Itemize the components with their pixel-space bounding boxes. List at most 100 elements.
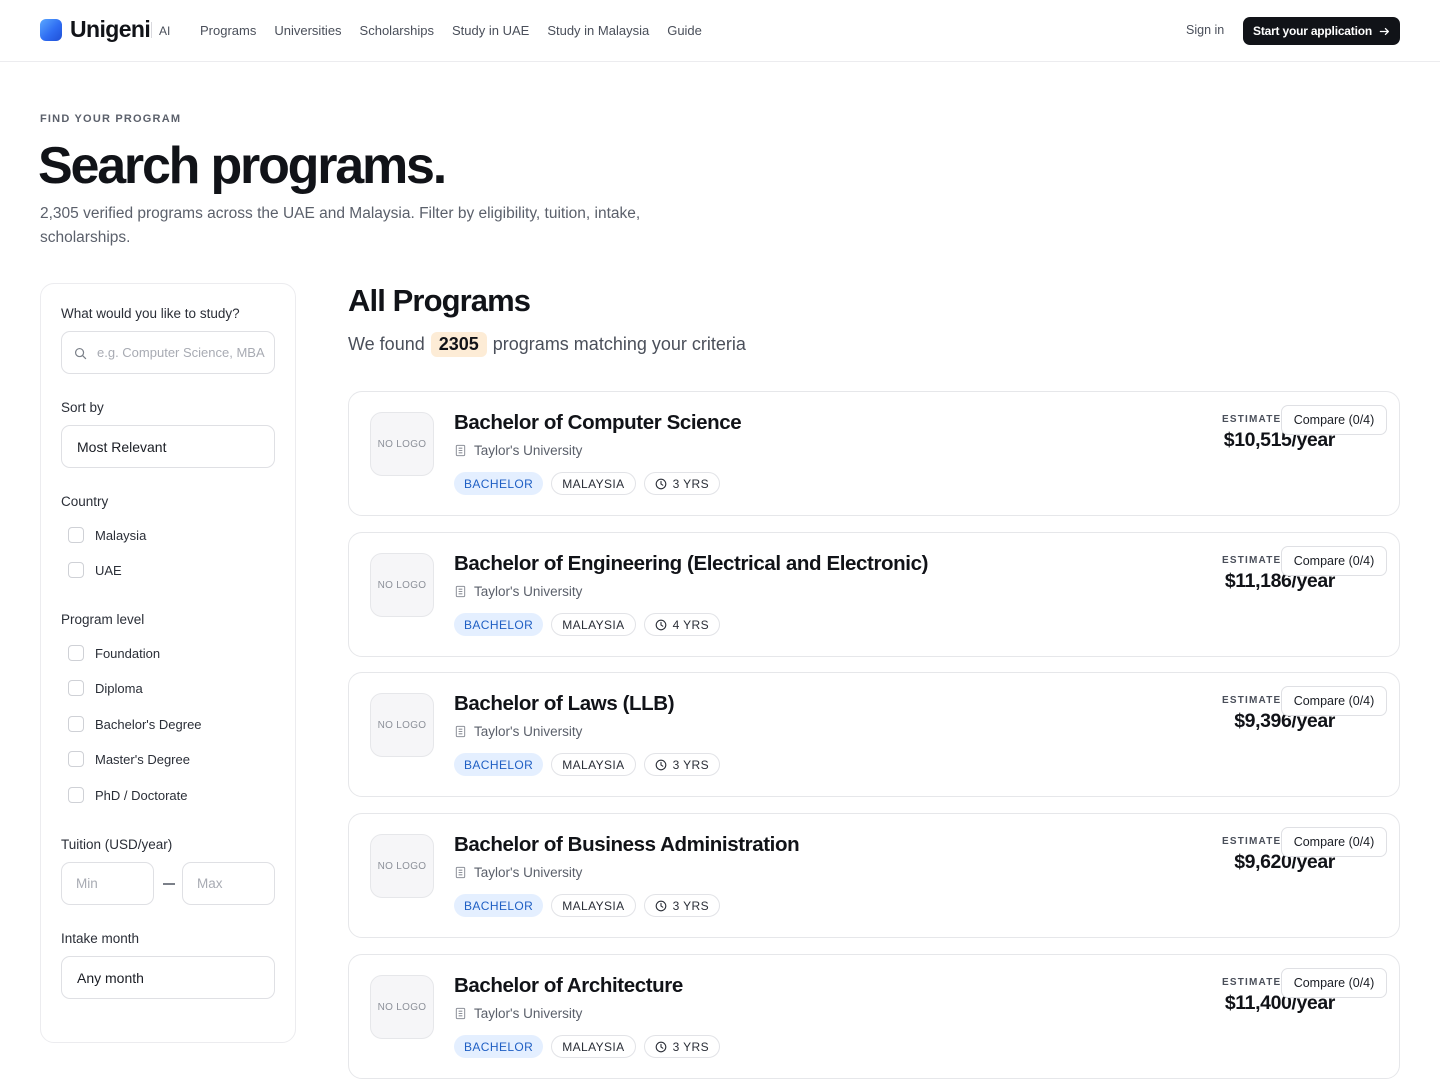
nav-link-universities[interactable]: Universities xyxy=(274,23,341,38)
university-logo-placeholder: NO LOGO xyxy=(370,834,434,898)
level-option-diploma[interactable]: Diploma xyxy=(68,680,143,696)
checkbox[interactable] xyxy=(68,680,84,696)
country-tag: MALAYSIA xyxy=(551,894,636,917)
duration-text: 3 YRS xyxy=(672,476,710,491)
nav-links: Programs Universities Scholarships Study… xyxy=(200,23,702,38)
level-option-phd[interactable]: PhD / Doctorate xyxy=(68,787,188,803)
program-title[interactable]: Bachelor of Computer Science xyxy=(454,411,742,435)
country-tag: MALAYSIA xyxy=(551,472,636,495)
compare-button[interactable]: Compare (0/4) xyxy=(1281,546,1387,576)
duration-text: 3 YRS xyxy=(672,1039,710,1054)
level-option-foundation[interactable]: Foundation xyxy=(68,645,160,661)
checkbox-label: Malaysia xyxy=(95,527,147,543)
university-name[interactable]: Taylor's University xyxy=(474,584,582,599)
filter-sidebar: What would you like to study? Sort by Mo… xyxy=(40,283,296,1043)
university-logo-placeholder: NO LOGO xyxy=(370,693,434,757)
building-icon xyxy=(455,866,466,879)
university-name[interactable]: Taylor's University xyxy=(474,724,582,739)
sort-label: Sort by xyxy=(61,400,104,415)
program-card[interactable]: NO LOGO Bachelor of Business Administrat… xyxy=(348,813,1400,938)
intake-select[interactable]: Any month xyxy=(61,956,275,999)
university-row: Taylor's University xyxy=(454,865,582,880)
nav-link-guide[interactable]: Guide xyxy=(667,23,702,38)
tuition-label: Tuition (USD/year) xyxy=(61,837,173,852)
results-title: All Programs xyxy=(348,283,531,318)
results-count-badge: 2305 xyxy=(430,332,487,357)
program-card[interactable]: NO LOGO Bachelor of Engineering (Electri… xyxy=(348,532,1400,657)
country-label: Country xyxy=(61,494,109,509)
level-tag: BACHELOR xyxy=(454,1035,544,1058)
checkbox[interactable] xyxy=(68,645,84,661)
building-icon xyxy=(455,1007,466,1020)
clock-icon xyxy=(655,1041,666,1052)
level-tag: BACHELOR xyxy=(454,472,544,495)
country-option-malaysia[interactable]: Malaysia xyxy=(68,527,146,543)
compare-button[interactable]: Compare (0/4) xyxy=(1281,827,1387,857)
compare-button[interactable]: Compare (0/4) xyxy=(1281,968,1387,998)
duration-tag: 3 YRS xyxy=(643,753,721,776)
start-application-button[interactable]: Start your application xyxy=(1243,17,1400,45)
duration-tag: 4 YRS xyxy=(643,613,721,636)
country-option-uae[interactable]: UAE xyxy=(68,562,122,578)
brand-name[interactable]: Unigeni xyxy=(70,16,151,43)
compare-button[interactable]: Compare (0/4) xyxy=(1281,686,1387,716)
nav-link-study-in-uae[interactable]: Study in UAE xyxy=(452,23,529,38)
country-tag: MALAYSIA xyxy=(551,613,636,636)
university-name[interactable]: Taylor's University xyxy=(474,865,582,880)
program-level-label: Program level xyxy=(61,612,145,627)
duration-tag: 3 YRS xyxy=(643,472,721,495)
intake-label: Intake month xyxy=(61,931,140,946)
estimated-label: ESTIMATED xyxy=(1222,977,1290,988)
program-title[interactable]: Bachelor of Architecture xyxy=(454,974,683,998)
nav-link-programs[interactable]: Programs xyxy=(200,23,256,38)
checkbox[interactable] xyxy=(68,716,84,732)
tuition-max-input[interactable]: Max xyxy=(182,862,275,905)
estimated-label: ESTIMATED xyxy=(1222,414,1290,425)
program-tags: BACHELOR MALAYSIA 3 YRS xyxy=(454,894,721,917)
checkbox[interactable] xyxy=(68,787,84,803)
checkbox[interactable] xyxy=(68,562,84,578)
building-icon xyxy=(455,444,466,457)
clock-icon xyxy=(655,619,666,630)
study-search-field[interactable] xyxy=(61,331,275,374)
university-name[interactable]: Taylor's University xyxy=(474,1006,582,1021)
checkbox-label: PhD / Doctorate xyxy=(95,787,188,803)
building-icon xyxy=(455,585,466,598)
study-search-input[interactable] xyxy=(97,332,265,373)
nav-link-scholarships[interactable]: Scholarships xyxy=(360,23,434,38)
checkbox-label: Foundation xyxy=(95,645,161,661)
university-row: Taylor's University xyxy=(454,1006,582,1021)
program-title[interactable]: Bachelor of Business Administration xyxy=(454,833,800,857)
checkbox[interactable] xyxy=(68,527,84,543)
checkbox-label: Master's Degree xyxy=(95,751,190,767)
found-prefix: We found xyxy=(348,334,425,354)
program-title[interactable]: Bachelor of Engineering (Electrical and … xyxy=(454,552,928,576)
program-card[interactable]: NO LOGO Bachelor of Computer Science Tay… xyxy=(348,391,1400,516)
program-card[interactable]: NO LOGO Bachelor of Laws (LLB) Taylor's … xyxy=(348,672,1400,797)
results-count-line: We found 2305 programs matching your cri… xyxy=(348,332,746,357)
search-icon xyxy=(74,347,87,360)
clock-icon xyxy=(655,759,666,770)
program-tags: BACHELOR MALAYSIA 3 YRS xyxy=(454,1035,721,1058)
estimated-label: ESTIMATED xyxy=(1222,555,1290,566)
checkbox-label: Diploma xyxy=(95,680,143,696)
clock-icon xyxy=(655,478,666,489)
clock-icon xyxy=(655,900,666,911)
compare-button[interactable]: Compare (0/4) xyxy=(1281,405,1387,435)
level-option-masters[interactable]: Master's Degree xyxy=(68,751,190,767)
program-title[interactable]: Bachelor of Laws (LLB) xyxy=(454,692,675,716)
country-tag: MALAYSIA xyxy=(551,753,636,776)
brand-logo-icon[interactable] xyxy=(40,19,62,41)
university-row: Taylor's University xyxy=(454,724,582,739)
sort-select[interactable]: Most Relevant xyxy=(61,425,275,468)
duration-tag: 3 YRS xyxy=(643,1035,721,1058)
checkbox[interactable] xyxy=(68,751,84,767)
no-logo-text: NO LOGO xyxy=(377,719,427,731)
nav-link-study-in-malaysia[interactable]: Study in Malaysia xyxy=(547,23,649,38)
sign-in-link[interactable]: Sign in xyxy=(1186,23,1224,37)
level-option-bachelors[interactable]: Bachelor's Degree xyxy=(68,716,202,732)
program-card[interactable]: NO LOGO Bachelor of Architecture Taylor'… xyxy=(348,954,1400,1079)
duration-text: 3 YRS xyxy=(672,898,710,913)
tuition-min-input[interactable]: Min xyxy=(61,862,154,905)
university-name[interactable]: Taylor's University xyxy=(474,443,582,458)
